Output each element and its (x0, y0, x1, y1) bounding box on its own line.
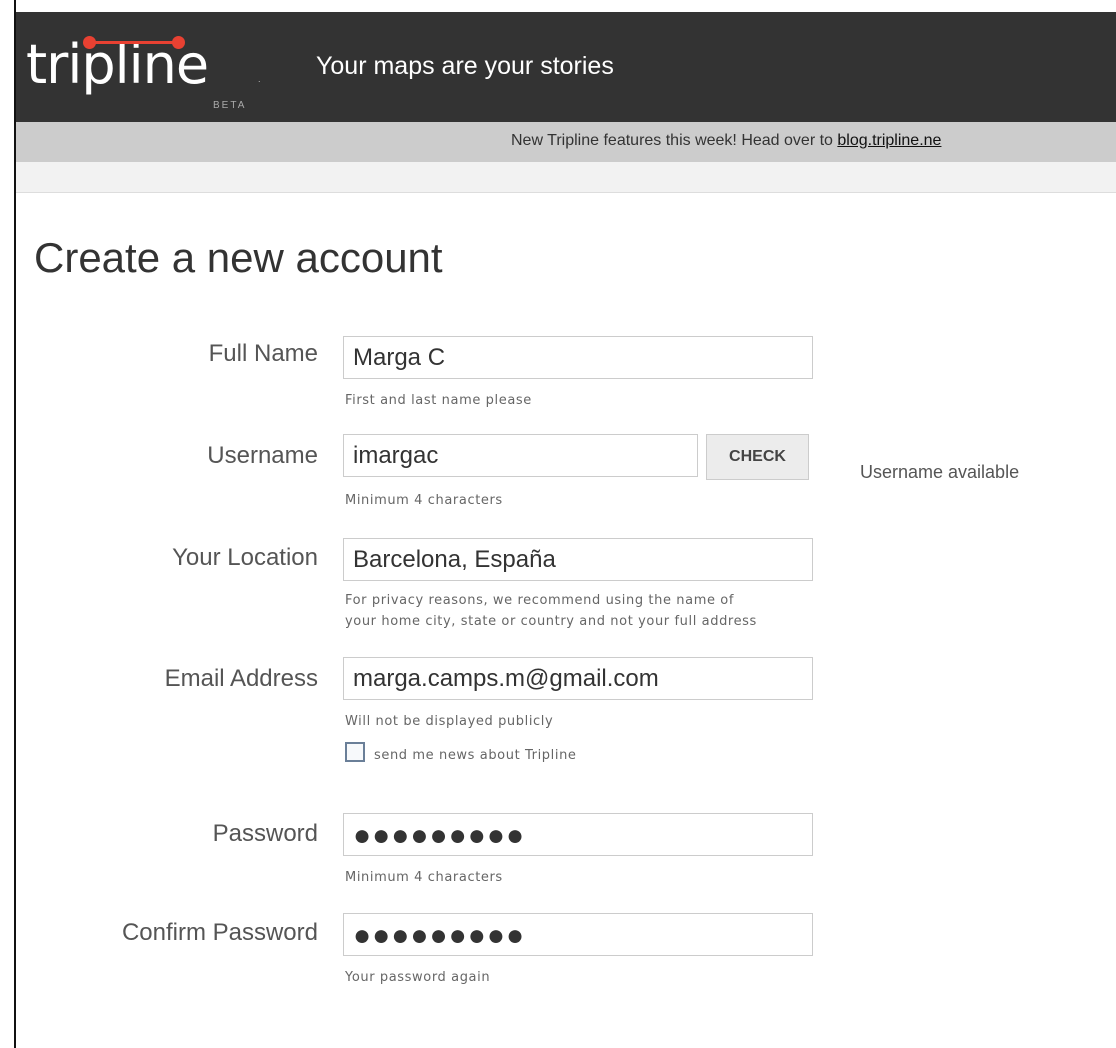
secondary-bar (16, 162, 1116, 193)
username-availability-status: Username available (860, 462, 1020, 482)
logo-route-dot-icon (172, 36, 185, 49)
password-hint: Minimum 4 characters (345, 870, 503, 885)
password-input[interactable]: ●●●●●●●●● (343, 813, 813, 856)
email-input[interactable] (343, 657, 813, 700)
confirm-password-label: Confirm Password (121, 919, 318, 946)
newsletter-label: send me news about Tripline (374, 748, 577, 763)
announcement-text-wrap: New Tripline features this week! Head ov… (511, 132, 941, 150)
site-header: tripline . BETA Your maps are your stori… (16, 12, 1116, 122)
announcement-text: New Tripline features this week! Head ov… (511, 132, 838, 149)
announcement-bar: New Tripline features this week! Head ov… (16, 122, 1116, 162)
location-input[interactable] (343, 538, 813, 581)
check-username-button[interactable]: CHECK (706, 434, 809, 480)
full-name-label: Full Name (208, 340, 318, 367)
email-hint: Will not be displayed publicly (345, 714, 554, 729)
confirm-password-hint: Your password again (345, 970, 491, 985)
username-label: Username (207, 442, 318, 469)
site-tagline: Your maps are your stories (316, 52, 614, 80)
email-label: Email Address (164, 665, 318, 692)
username-hint: Minimum 4 characters (345, 493, 503, 508)
username-input[interactable] (343, 434, 698, 477)
password-label: Password (212, 820, 318, 847)
beta-badge: BETA (213, 100, 247, 111)
location-hint-line2: your home city, state or country and not… (345, 614, 757, 629)
logo-mark-dot: . (258, 74, 261, 84)
location-hint-line1: For privacy reasons, we recommend using … (345, 593, 735, 608)
newsletter-checkbox[interactable] (345, 742, 365, 762)
blog-link[interactable]: blog.tripline.ne (837, 132, 941, 149)
location-label: Your Location (172, 544, 318, 571)
page-top-edge (14, 0, 1116, 12)
logo-route-dot-icon (83, 36, 96, 49)
logo-route-line-icon (88, 41, 180, 44)
page-title: Create a new account (34, 234, 443, 281)
confirm-password-input[interactable]: ●●●●●●●●● (343, 913, 813, 956)
full-name-input[interactable] (343, 336, 813, 379)
tripline-logo[interactable]: tripline . BETA (18, 24, 278, 122)
full-name-hint: First and last name please (345, 393, 532, 408)
